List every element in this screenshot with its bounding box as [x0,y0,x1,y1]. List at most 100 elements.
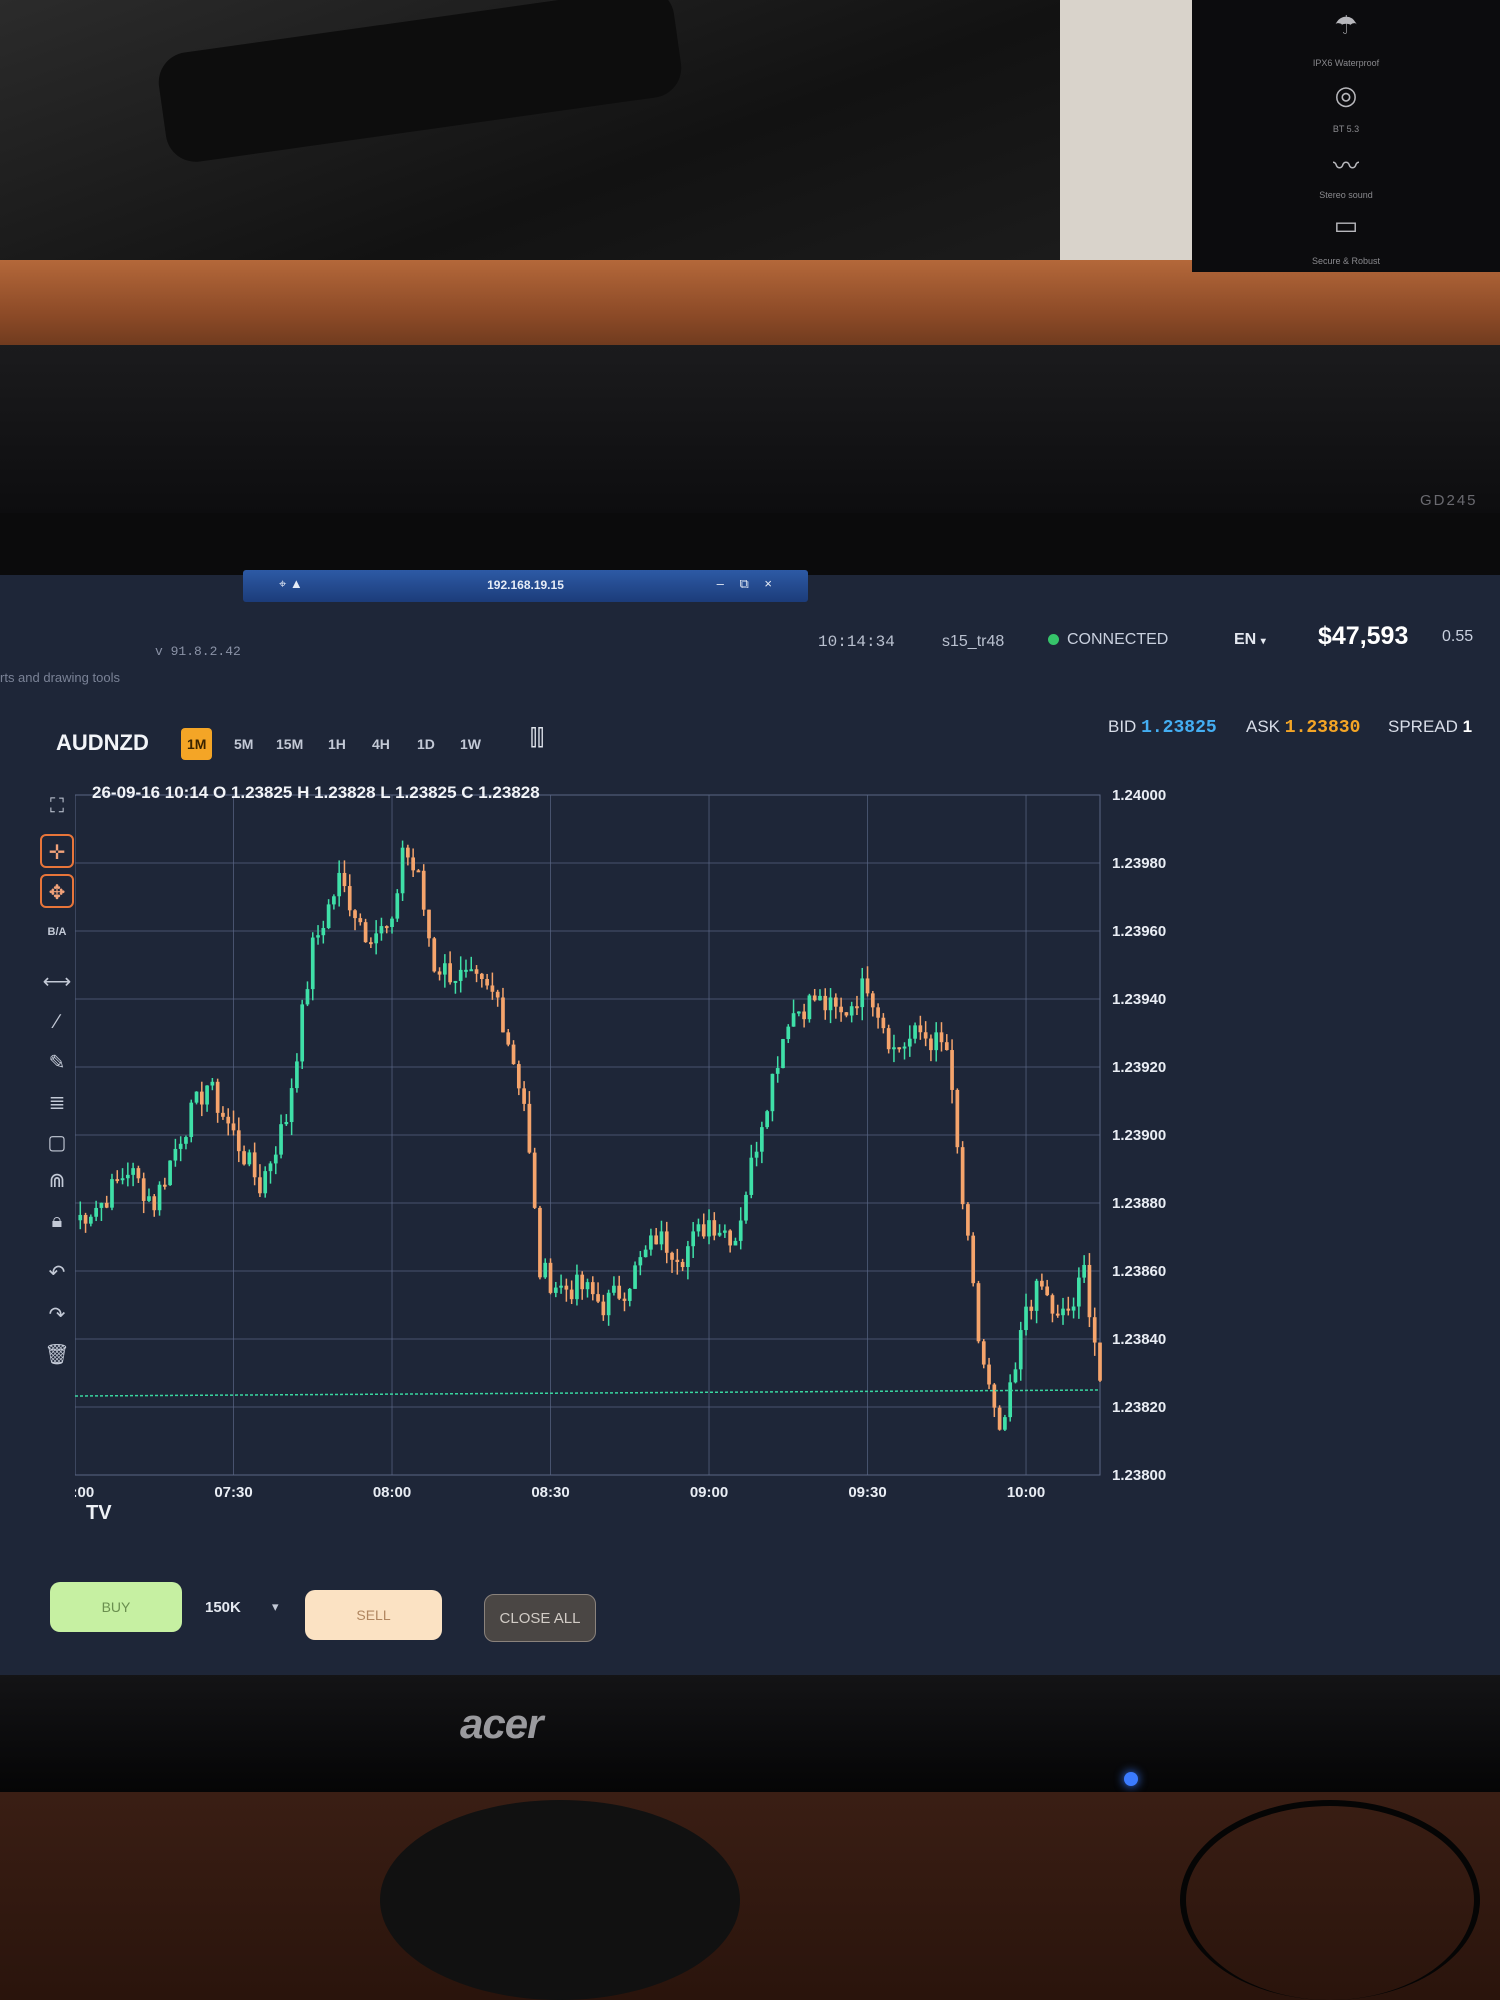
language-selector[interactable]: EN ▾ [1234,631,1266,649]
move-icon[interactable]: ✥ [40,874,74,908]
bid-label: BID [1108,717,1137,736]
timeframe-1m[interactable]: 1M [181,728,213,760]
candle-body [929,1038,933,1051]
candle-body [691,1231,696,1247]
candle-body [844,1012,849,1016]
candle-body [189,1102,194,1138]
app-version: v 91.8.2.42 [155,644,241,659]
candle-body [781,1039,785,1069]
candle-body [205,1085,209,1105]
candle-body [258,1177,262,1194]
y-tick-label: 1.23920 [1112,1059,1166,1076]
candle-body [411,857,415,871]
candlestick-icon[interactable]: ⫿⫿ [530,725,544,751]
candle-body [976,1283,981,1342]
timeframe-1h[interactable]: 1H [322,728,352,760]
candle-body [701,1224,706,1237]
candle-body [305,989,310,1005]
candle-body [247,1152,252,1165]
close-all-button[interactable]: CLOSE ALL [484,1594,596,1642]
candle-body [1077,1277,1081,1307]
candle-body [770,1073,775,1112]
fibonacci-icon[interactable]: ≣ [40,1086,74,1120]
ask-quote: ASK 1.23830 [1246,717,1360,738]
y-tick-label: 1.23960 [1112,923,1166,940]
candle-body [78,1214,83,1221]
timeframe-15m[interactable]: 15M [270,728,309,760]
rectangle-icon[interactable]: ▢ [40,1126,74,1160]
price-chart[interactable]: 1.24000 1.23980 1.23960 1.23940 1.23920 1.239… [75,775,1415,1565]
timeframe-1w[interactable]: 1W [454,728,487,760]
product-box: ☂ IPX6 Waterproof ◎ BT 5.3 〰 Stereo soun… [1192,0,1500,272]
y-tick-label: 1.23900 [1112,1127,1166,1144]
timeframe-5m[interactable]: 5M [228,728,259,760]
candle-body [860,978,865,1008]
candle-body [458,969,463,981]
candle-body [400,847,405,894]
candle-body [252,1152,257,1178]
candle-body [1024,1306,1028,1331]
lock-icon[interactable]: 🔒︎ [40,1204,74,1238]
y-tick-label: 1.23940 [1112,991,1166,1008]
candle-body [1087,1264,1092,1318]
redo-icon[interactable]: ↷ [40,1298,74,1332]
measure-icon[interactable]: ⟷ [40,965,74,999]
candle-body [141,1178,146,1201]
status-dot-icon [1048,634,1059,645]
candle-body [876,1007,880,1018]
pencil-icon[interactable]: ✎ [40,1046,74,1080]
window-controls[interactable]: – ⧉ × [717,576,778,592]
candle-body [696,1224,701,1232]
candle-body [955,1089,960,1148]
candle-body [501,997,505,1033]
spread-value: 1 [1462,717,1473,736]
candle-body [442,963,447,975]
trash-icon[interactable]: 🗑︎ [40,1338,74,1372]
magnet-icon[interactable]: ⋒ [40,1164,74,1198]
timeframe-4h[interactable]: 4H [366,728,396,760]
remote-desktop-bar[interactable]: ⌖ ▲ 192.168.19.15 – ⧉ × [243,570,808,602]
y-tick-label: 1.23800 [1112,1467,1166,1484]
candle-body [506,1032,511,1045]
candle-body [612,1285,616,1293]
username[interactable]: s15_tr48 [942,633,1004,651]
x-tick-label: 10:00 [1007,1484,1045,1501]
candle-body [934,1032,939,1051]
candle-body [580,1274,585,1290]
candle-body [1003,1417,1007,1430]
bid-ask-toggle[interactable]: B/A [40,915,74,949]
candle-body [590,1282,595,1295]
ask-label: ASK [1246,717,1281,736]
chevron-down-icon[interactable]: ▾ [272,1599,279,1615]
candle-body [596,1294,600,1302]
candle-body [99,1202,104,1208]
candle-body [448,963,452,983]
candle-body [268,1163,273,1172]
crosshair-icon[interactable]: ✛ [40,834,74,868]
bid-quote: BID 1.23825 [1108,717,1217,738]
quantity-selector[interactable]: 150K [205,1599,241,1616]
symbol-selector[interactable]: AUDNZD [56,730,149,756]
candle-body [585,1282,590,1290]
candle-body [321,927,326,936]
fullscreen-icon[interactable]: ⛶ [40,789,74,823]
x-tick-label: 07:00 [75,1484,94,1501]
candle-body [765,1111,769,1128]
candle-body [125,1174,130,1179]
candle-body [120,1178,125,1181]
buy-button[interactable]: BUY [50,1582,182,1632]
candle-body [923,1032,928,1039]
y-tick-label: 1.23860 [1112,1263,1166,1280]
candle-body [369,942,373,945]
timeframe-1d[interactable]: 1D [411,728,441,760]
candle-body [744,1194,748,1221]
candle-body [115,1179,120,1182]
bid-price-line [75,1389,1101,1397]
sell-button[interactable]: SELL [305,1590,442,1640]
undo-icon[interactable]: ↶ [40,1256,74,1290]
candle-body [675,1259,680,1262]
connection-status: CONNECTED [1048,631,1168,649]
candle-body [707,1220,711,1237]
candle-body [316,935,320,938]
trendline-icon[interactable]: ∕ [40,1005,74,1039]
